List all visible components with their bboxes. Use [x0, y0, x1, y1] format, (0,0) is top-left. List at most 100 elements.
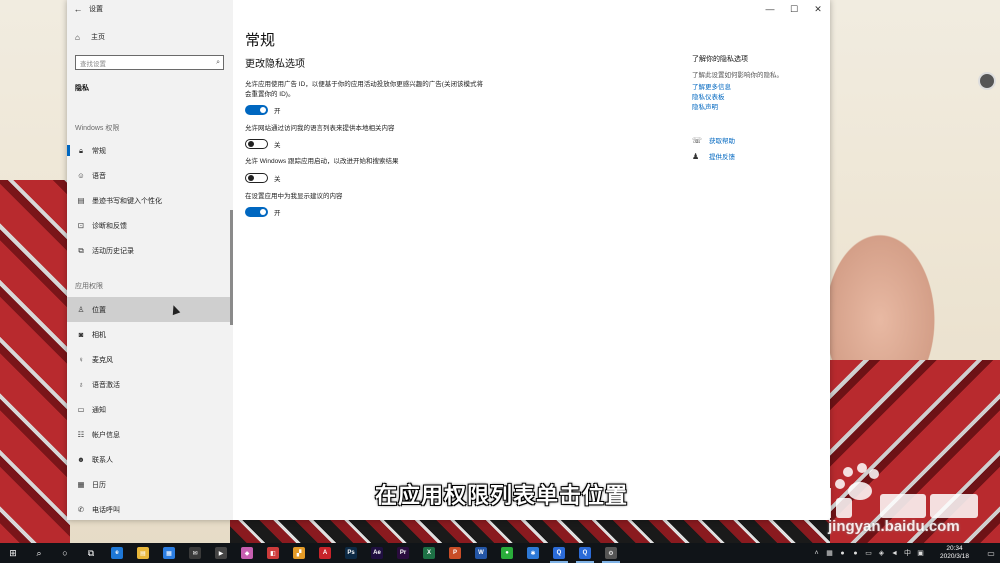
get-help-link[interactable]: ☏ 获取帮助	[692, 135, 735, 146]
settings-window: ← 设置 ⌂ 主页 查找设置 ⌕ 隐私 Windows 权限 🔒︎ 常规 ☺ 语…	[67, 0, 830, 520]
star-app-icon[interactable]: ✱	[520, 543, 546, 563]
task-view-icon[interactable]: ⧉	[78, 543, 104, 563]
settings-icon-glyph: ⚙	[605, 547, 617, 559]
nav-home-label: 主页	[91, 34, 105, 41]
shield-icon[interactable]: ◈	[875, 549, 888, 557]
history-icon: ⧉	[78, 245, 84, 255]
sidebar-item-account-info[interactable]: ☷ 帐户信息	[67, 422, 233, 447]
learn-more-link[interactable]: 了解更多信息	[692, 81, 731, 91]
privacy-statement-link[interactable]: 隐私声明	[692, 101, 718, 111]
give-feedback-link[interactable]: ♟ 提供反馈	[692, 151, 735, 162]
store-icon[interactable]: ▦	[156, 543, 182, 563]
photos-icon[interactable]: ◆	[234, 543, 260, 563]
after-effects-icon[interactable]: Ae	[364, 543, 390, 563]
excel-icon-glyph: X	[423, 547, 435, 559]
start-button[interactable]: ⊞	[0, 543, 26, 563]
minimize-button[interactable]: —	[758, 0, 782, 18]
browser-q2-icon[interactable]: Q	[572, 543, 598, 563]
browser-q2-icon-glyph: Q	[579, 547, 591, 559]
sidebar-item-general[interactable]: 🔒︎ 常规	[67, 138, 233, 163]
notification-center-icon[interactable]: ▭	[982, 549, 1000, 558]
setting-app-launch-row: 关	[245, 173, 281, 183]
close-button[interactable]: ✕	[806, 0, 830, 18]
excel-icon[interactable]: X	[416, 543, 442, 563]
wechat-tray-icon[interactable]: ●	[849, 550, 862, 557]
wechat-icon-glyph: ●	[501, 547, 513, 559]
premiere-icon[interactable]: Pr	[390, 543, 416, 563]
ad-id-toggle[interactable]	[245, 105, 268, 115]
sidebar-item-microphone[interactable]: ♀ 麦克风	[67, 347, 233, 372]
media-icon[interactable]: ▶	[208, 543, 234, 563]
nav-home[interactable]: ⌂ 主页	[75, 32, 105, 42]
browser-q-icon-glyph: Q	[553, 547, 565, 559]
explorer-icon[interactable]: ▤	[130, 543, 156, 563]
pdf-icon[interactable]: A	[312, 543, 338, 563]
setting-ad-id-desc: 允许应用使用广告 ID，以便基于你的应用活动投放你更感兴趣的广告(关闭该模式将会…	[245, 81, 483, 98]
sidebar-item-camera[interactable]: ◙ 相机	[67, 322, 233, 347]
taskbar-apps: e ▤ ▦ ✉ ▶ ◆ ◧ ▞ A Ps Ae Pr X P W ● ✱ Q Q ⚙	[104, 543, 624, 563]
sidebar-item-inking[interactable]: ▤ 墨迹书写和键入个性化	[67, 188, 233, 213]
home-icon: ⌂	[75, 32, 80, 42]
right-panel-desc: 了解此设置如何影响你的隐私。	[692, 72, 783, 79]
sidebar: ← 设置 ⌂ 主页 查找设置 ⌕ 隐私 Windows 权限 🔒︎ 常规 ☺ 语…	[67, 0, 233, 520]
photoshop-icon-glyph: Ps	[345, 547, 357, 559]
clock-date: 2020/3/18	[940, 553, 969, 560]
sidebar-item-speech[interactable]: ☺ 语音	[67, 163, 233, 188]
give-feedback-label: 提供反馈	[709, 154, 735, 161]
cortana-icon[interactable]: ○	[52, 543, 78, 563]
grid-app-icon[interactable]: ▞	[286, 543, 312, 563]
sidebar-scrollbar[interactable]	[230, 210, 233, 325]
background-shirt-left	[0, 180, 70, 543]
powerpoint-icon[interactable]: P	[442, 543, 468, 563]
sidebar-item-label: 常规	[92, 147, 106, 155]
clock-time: 20:34	[946, 545, 963, 552]
background-shirt-bottom	[230, 520, 830, 543]
settings-icon[interactable]: ⚙	[598, 543, 624, 563]
setting-suggested-content-desc: 在设置应用中为我显示建议的内容	[245, 193, 343, 200]
speech-icon: ☺	[77, 171, 85, 180]
language-list-toggle[interactable]	[245, 139, 268, 149]
sidebar-item-contacts[interactable]: ☻ 联系人	[67, 447, 233, 472]
sidebar-item-label: 诊断和反馈	[92, 222, 127, 230]
screen-record-icon[interactable]	[978, 72, 996, 90]
window-controls: — ☐ ✕	[758, 0, 830, 18]
mail-icon[interactable]: ✉	[182, 543, 208, 563]
palette-icon[interactable]: ◧	[260, 543, 286, 563]
taskbar: ⊞ ⌕ ○ ⧉ e ▤ ▦ ✉ ▶ ◆ ◧ ▞ A Ps Ae Pr X P W ● ✱ Q Q ⚙ ˄ ▦ ● ● …	[0, 543, 1000, 563]
display-icon[interactable]: ▣	[914, 549, 927, 557]
maximize-button[interactable]: ☐	[782, 0, 806, 18]
chevron-up-icon[interactable]: ˄	[810, 550, 823, 557]
app-tray-icon[interactable]: ●	[836, 550, 849, 557]
search-icon[interactable]: ⌕	[26, 543, 52, 563]
photoshop-icon[interactable]: Ps	[338, 543, 364, 563]
ime-icon[interactable]: 中	[901, 548, 914, 558]
sidebar-item-label: 日历	[92, 481, 106, 489]
sidebar-item-voice-activation[interactable]: ♁ 语音激活	[67, 372, 233, 397]
privacy-dashboard-link[interactable]: 隐私仪表板	[692, 91, 725, 101]
battery-icon[interactable]: ▭	[862, 549, 875, 557]
pdf-icon-glyph: A	[319, 547, 331, 559]
setting-language-desc: 允许网站通过访问我的语言列表来提供本地相关内容	[245, 125, 395, 132]
sidebar-item-diagnostics[interactable]: ⊡ 诊断和反馈	[67, 213, 233, 238]
sidebar-item-calendar[interactable]: ▦ 日历	[67, 472, 233, 497]
sidebar-item-label: 活动历史记录	[92, 247, 134, 255]
app-launch-tracking-toggle[interactable]	[245, 173, 268, 183]
clock[interactable]: 20:34 2020/3/18	[927, 545, 982, 561]
main-content: 常规 更改隐私选项 允许应用使用广告 ID，以便基于你的应用活动投放你更感兴趣的…	[245, 0, 685, 520]
back-arrow-icon[interactable]: ←	[67, 4, 89, 14]
suggested-content-toggle[interactable]	[245, 207, 268, 217]
word-icon[interactable]: W	[468, 543, 494, 563]
search-icon[interactable]: ⌕	[216, 59, 223, 67]
edge-icon[interactable]: e	[104, 543, 130, 563]
search-input[interactable]: 查找设置 ⌕	[75, 55, 224, 70]
volume-icon[interactable]: ◄	[888, 550, 901, 557]
sidebar-item-notifications[interactable]: ▭ 通知	[67, 397, 233, 422]
network-icon[interactable]: ▦	[823, 549, 836, 557]
sidebar-item-location[interactable]: ♙ 位置	[67, 297, 233, 322]
sidebar-item-activity-history[interactable]: ⧉ 活动历史记录	[67, 238, 233, 263]
mail-icon-glyph: ✉	[189, 547, 201, 559]
browser-q-icon[interactable]: Q	[546, 543, 572, 563]
premiere-icon-glyph: Pr	[397, 547, 409, 559]
sidebar-item-phone-calls[interactable]: ✆ 电话呼叫	[67, 497, 233, 522]
wechat-icon[interactable]: ●	[494, 543, 520, 563]
